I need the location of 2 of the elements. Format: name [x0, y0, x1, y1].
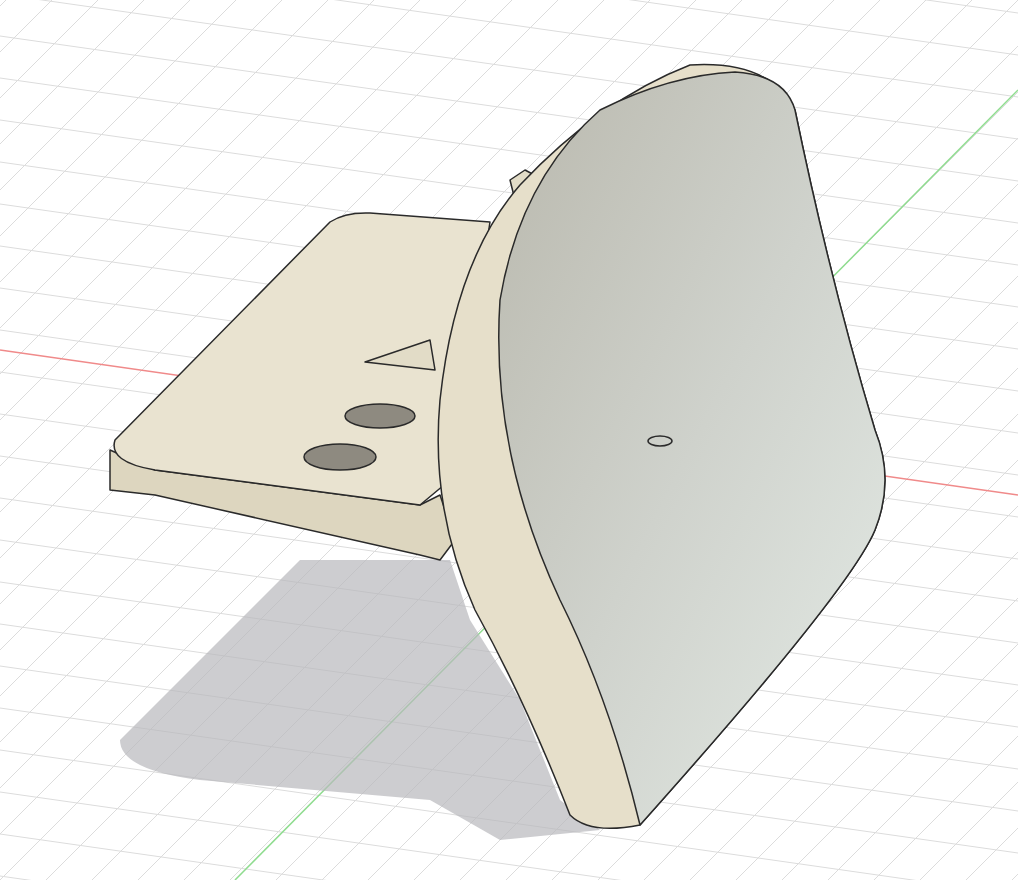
model-drawing[interactable]	[109, 63, 886, 830]
viewport-background[interactable]	[0, 0, 1018, 880]
